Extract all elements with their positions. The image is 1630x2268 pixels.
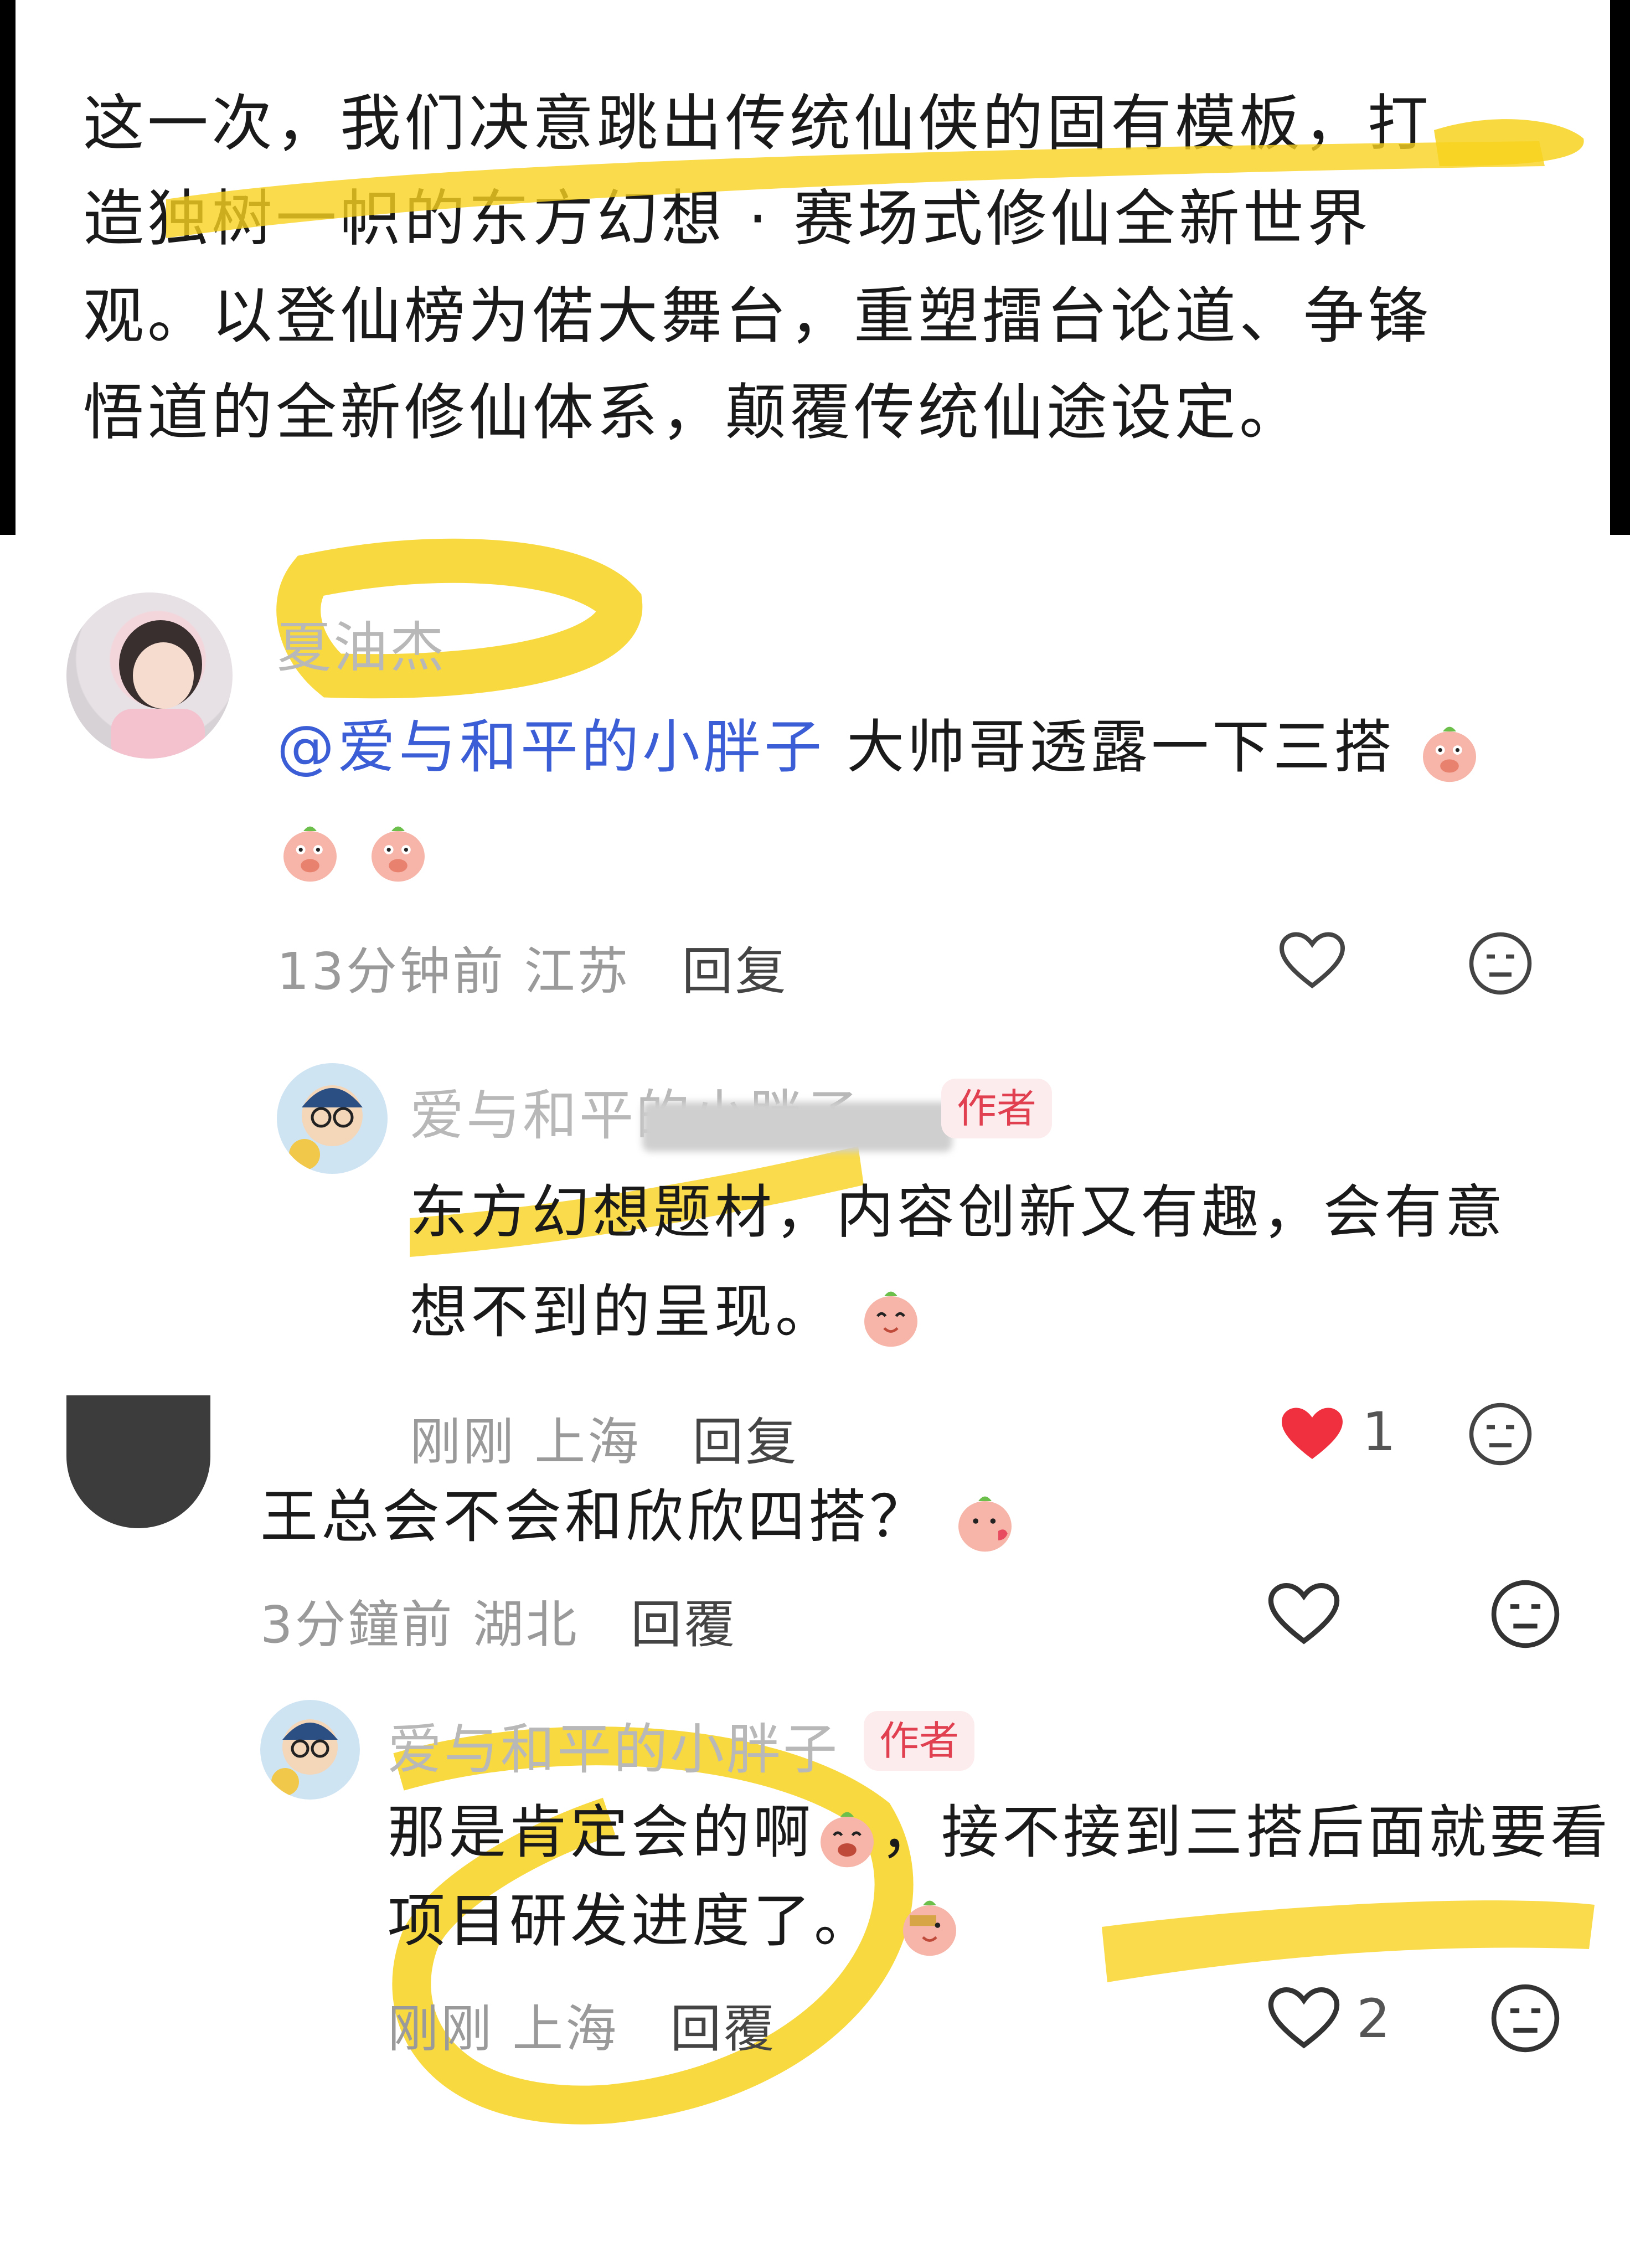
eating-emoji-icon <box>903 1900 957 1956</box>
author-badge: 作者 <box>941 1079 1053 1138</box>
kiss-emoji-icon <box>958 1496 1012 1551</box>
article-line-1: 这一次，我们决意跳出传统仙侠的固有模板，打 <box>83 88 1432 159</box>
covering-mouth-emoji-icon <box>372 826 425 882</box>
reply-time: 刚刚 <box>388 1999 494 2059</box>
reply-text-line-2: 项目研发进度了。 <box>388 1872 963 1970</box>
reply-text-line-1: 那是肯定会的啊 ，接不接到三搭后面就要看 <box>388 1783 1611 1882</box>
reply-button[interactable]: 回覆 <box>631 1595 737 1654</box>
avatar-portrait-icon <box>111 620 205 759</box>
reply-text-line-1: 东方幻想题材，内容创新又有趣，会有意 <box>410 1178 1507 1246</box>
avatar[interactable] <box>66 1395 210 1528</box>
frame-edge <box>1610 0 1630 535</box>
like-heart-icon[interactable] <box>1268 1985 1340 2051</box>
dislike-face-icon[interactable] <box>1489 1982 1561 2054</box>
blurred-overlay <box>642 1102 952 1152</box>
like-heart-icon[interactable] <box>1279 930 1345 991</box>
reply-button[interactable]: 回覆 <box>670 1999 777 2059</box>
dislike-face-icon[interactable] <box>1467 930 1534 997</box>
avatar[interactable] <box>66 592 233 759</box>
reply-time: 刚刚 <box>410 1413 517 1472</box>
dislike-face-icon[interactable] <box>1489 1578 1561 1650</box>
reply-username[interactable]: 爱与和平的小胖子 <box>388 1705 839 1784</box>
laughing-emoji-icon <box>821 1812 874 1867</box>
comment-emoji-row <box>277 797 431 896</box>
covering-mouth-emoji-icon <box>283 826 337 882</box>
comment-location: 江苏 <box>524 942 631 1001</box>
like-count: 1 <box>1362 1401 1396 1463</box>
comment-time: 3分鐘前 <box>260 1595 455 1654</box>
like-heart-icon[interactable] <box>1268 1581 1340 1647</box>
frame-edge <box>0 0 16 535</box>
comment-body: 王总会不会和欣欣四搭？ <box>260 1483 931 1550</box>
avatar-cartoon-icon <box>289 1085 363 1170</box>
comment-text: @爱与和平的小胖子 大帅哥透露一下三搭 <box>277 698 1483 796</box>
avatar[interactable] <box>260 1700 360 1800</box>
comment-meta: 3分鐘前 湖北 回覆 <box>260 1584 737 1657</box>
happy-emoji-icon <box>864 1291 918 1347</box>
reply-button[interactable]: 回复 <box>682 942 788 1001</box>
author-badge: 作者 <box>864 1711 975 1771</box>
reply-button[interactable]: 回复 <box>693 1413 799 1472</box>
article-line-2: 造独树一帜的东方幻想 · 赛场式修仙全新世界 <box>83 183 1371 254</box>
mention-link[interactable]: @爱与和平的小胖子 <box>277 713 825 781</box>
liked-heart-icon[interactable] <box>1279 1404 1345 1465</box>
dislike-face-icon[interactable] <box>1467 1401 1534 1467</box>
reply-location: 上海 <box>512 1999 619 2059</box>
reply-meta: 刚刚 上海 回复 <box>410 1401 799 1475</box>
comment-username[interactable]: 夏油杰 <box>277 604 446 682</box>
article-line-3: 观。以登仙榜为偌大舞台，重塑擂台论道、争锋 <box>83 281 1432 352</box>
covering-mouth-emoji-icon <box>1423 726 1477 782</box>
comment-time: 13分钟前 <box>277 942 506 1001</box>
article-line-4: 悟道的全新修仙体系，颠覆传统仙途设定。 <box>83 377 1303 448</box>
comment-text: 王总会不会和欣欣四搭？ <box>260 1467 1018 1566</box>
avatar-cartoon-icon <box>271 1719 338 1796</box>
comment-location: 湖北 <box>472 1595 579 1654</box>
reply-location: 上海 <box>534 1413 641 1472</box>
avatar[interactable] <box>277 1063 388 1174</box>
comment-meta: 13分钟前 江苏 回复 <box>277 930 788 1004</box>
comment-body: 大帅哥透露一下三搭 <box>847 713 1395 781</box>
like-count: 2 <box>1356 1988 1391 2050</box>
article-excerpt: 这一次，我们决意跳出传统仙侠的固有模板，打 造独树一帜的东方幻想 · 赛场式修仙… <box>0 0 1630 535</box>
reply-text-line-2: 想不到的呈现。 <box>410 1262 924 1361</box>
reply-meta: 刚刚 上海 回覆 <box>388 1988 777 2061</box>
